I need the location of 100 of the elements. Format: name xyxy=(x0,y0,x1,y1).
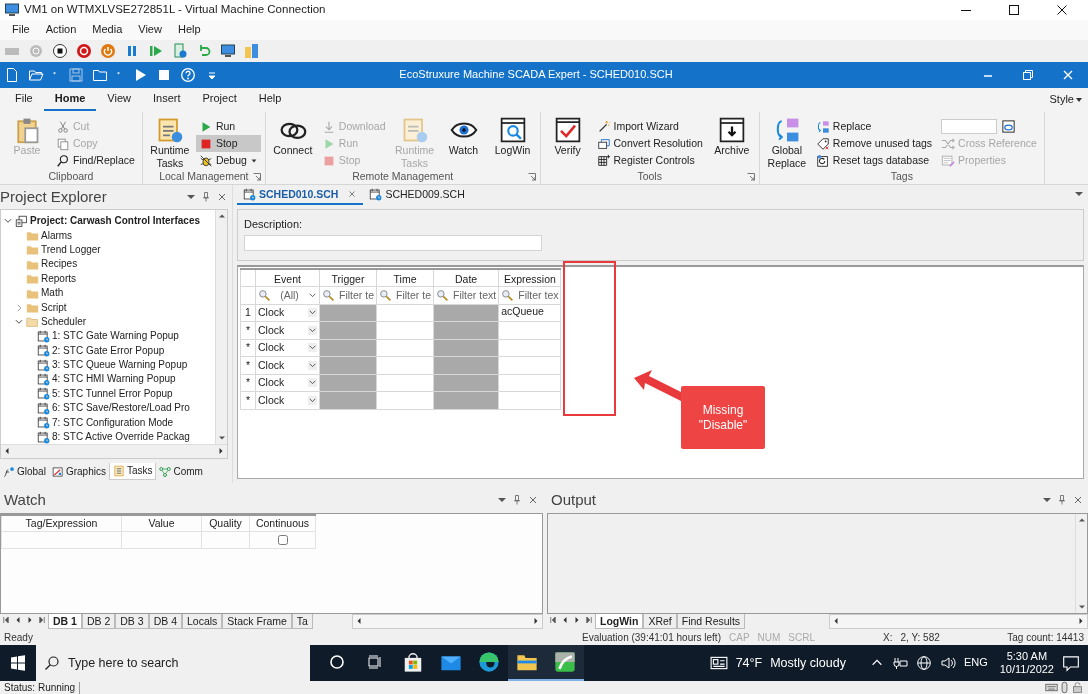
sheet-tab[interactable]: Ta xyxy=(291,614,313,629)
ribbon-button[interactable]: Archive xyxy=(708,114,755,170)
dropdown-icon[interactable] xyxy=(1042,495,1052,505)
app-icon[interactable] xyxy=(554,651,576,673)
ribbon-button[interactable]: Replace xyxy=(812,118,936,135)
monitor-icon[interactable] xyxy=(220,43,236,59)
tree-item[interactable]: Recipes xyxy=(41,258,78,271)
ribbon-button[interactable]: Remove unused tags xyxy=(812,135,936,152)
sheet-tab[interactable]: DB 2 xyxy=(81,614,116,629)
search-field[interactable]: Type here to search xyxy=(36,645,310,681)
horizontal-scrollbar[interactable] xyxy=(1,444,227,458)
column-header[interactable]: Value xyxy=(121,515,202,532)
checkbox[interactable] xyxy=(277,534,288,545)
windows-logo-icon[interactable] xyxy=(10,655,26,671)
tree-item[interactable]: Reports xyxy=(41,272,76,285)
dropdown-field[interactable]: Clock xyxy=(255,391,320,409)
first-page-icon[interactable] xyxy=(0,614,12,626)
stop-icon[interactable] xyxy=(52,43,68,59)
power-plug-icon[interactable] xyxy=(891,655,908,671)
globe-icon[interactable] xyxy=(915,655,932,671)
ribbon-button[interactable]: Watch xyxy=(440,114,487,170)
ribbon-button[interactable]: Runtime Tasks xyxy=(146,114,193,170)
sheet-tab[interactable]: XRef xyxy=(643,614,677,629)
tree-item[interactable]: Project: Carwash Control Interfaces xyxy=(30,215,201,228)
ribbon-button[interactable]: Convert Resolution xyxy=(593,135,706,152)
task-view-icon[interactable] xyxy=(367,654,383,670)
ribbon-button[interactable]: Import Wizard xyxy=(593,118,706,135)
ribbon-button[interactable]: Register Controls xyxy=(593,152,706,169)
search-tag-icon[interactable] xyxy=(1001,119,1017,134)
language-indicator[interactable]: ENG xyxy=(963,656,988,670)
last-page-icon[interactable] xyxy=(583,614,595,626)
column-header[interactable]: Quality xyxy=(201,515,250,532)
column-header[interactable]: Tag/Expression xyxy=(1,515,122,532)
ribbon-tab[interactable]: View xyxy=(96,89,142,111)
circle-icon[interactable] xyxy=(329,654,345,670)
menu-item[interactable]: File xyxy=(4,23,38,37)
sheet-tab[interactable]: Stack Frame xyxy=(222,614,292,629)
menu-item[interactable]: Action xyxy=(37,23,85,37)
dropdown-icon[interactable] xyxy=(497,495,507,505)
ribbon-button[interactable]: Debug xyxy=(195,152,261,169)
pin-icon[interactable] xyxy=(1056,494,1068,506)
column-header[interactable]: Expression xyxy=(498,269,561,287)
menu-item[interactable]: Help xyxy=(169,23,209,37)
new-file-icon[interactable] xyxy=(4,67,20,83)
power-icon[interactable] xyxy=(100,43,116,59)
column-header[interactable]: Event xyxy=(255,269,320,287)
tree-item[interactable]: Script xyxy=(41,301,67,314)
news-icon[interactable] xyxy=(709,654,728,672)
document-tab[interactable]: SCHED010.SCH xyxy=(237,185,364,205)
dialog-launcher-icon[interactable] xyxy=(746,173,755,181)
ribbon-button[interactable]: Stop xyxy=(195,135,261,152)
ribbon-button[interactable]: Run xyxy=(195,118,261,135)
speaker-icon[interactable] xyxy=(939,655,956,671)
temperature-text[interactable]: 74°F xyxy=(735,655,763,671)
restore-icon[interactable] xyxy=(1020,67,1036,83)
dropdown-icon[interactable] xyxy=(1074,189,1084,199)
pin-icon[interactable] xyxy=(511,494,523,506)
ribbon-tab[interactable]: File xyxy=(4,89,44,111)
browser-icon[interactable] xyxy=(478,651,500,673)
tree-item[interactable]: 8: STC Active Override Packag xyxy=(52,431,190,444)
tree-item[interactable]: Math xyxy=(41,287,64,300)
tag-search-field[interactable] xyxy=(941,119,998,134)
filter-field[interactable]: Filter text xyxy=(433,286,499,304)
weather-text[interactable]: Mostly cloudy xyxy=(770,655,846,671)
clock[interactable]: 5:30 AM 10/11/2022 xyxy=(999,649,1054,677)
ribbon-tab[interactable]: Project xyxy=(191,89,248,111)
sheet-tab[interactable]: DB 4 xyxy=(148,614,182,629)
horizontal-scrollbar[interactable] xyxy=(352,614,543,629)
dropdown-field[interactable]: Clock xyxy=(255,374,320,392)
panel-tab[interactable]: Tasks xyxy=(108,463,157,480)
pin-icon[interactable] xyxy=(200,191,212,203)
tree-item[interactable]: Scheduler xyxy=(41,315,87,328)
dialog-launcher-icon[interactable] xyxy=(252,173,261,181)
open-folder-icon[interactable] xyxy=(28,67,44,83)
dialog-launcher-icon[interactable] xyxy=(527,173,536,181)
ribbon-button[interactable]: Find/Replace xyxy=(53,152,138,169)
filter-field[interactable]: Filter te xyxy=(319,286,377,304)
filter-field[interactable]: Filter te xyxy=(376,286,434,304)
sheet-tab[interactable]: Locals xyxy=(181,614,223,629)
panel-tab[interactable]: Comm xyxy=(156,463,206,480)
vertical-scrollbar[interactable] xyxy=(215,210,227,445)
filter-field[interactable]: Filter tex xyxy=(498,286,561,304)
document-tab[interactable]: SCHED009.SCH xyxy=(363,185,471,205)
first-page-icon[interactable] xyxy=(547,614,559,626)
dropdown-field[interactable]: Clock xyxy=(255,304,320,322)
vertical-scrollbar[interactable] xyxy=(1075,514,1087,613)
tree-item[interactable]: Trend Logger xyxy=(41,243,101,256)
panel-tab[interactable]: Graphics xyxy=(48,463,109,480)
folder-icon[interactable] xyxy=(92,67,108,83)
shutdown-icon[interactable] xyxy=(76,43,92,59)
help-icon[interactable] xyxy=(180,67,196,83)
tree-item[interactable]: 7: STC Configuration Mode xyxy=(52,416,174,429)
ribbon-button[interactable]: LogWin xyxy=(489,114,536,170)
horizontal-scrollbar[interactable] xyxy=(829,614,1088,629)
share-icon[interactable] xyxy=(244,43,260,59)
ribbon-button[interactable]: Global Replace xyxy=(763,114,810,170)
ribbon-button[interactable]: Reset tags database xyxy=(812,152,936,169)
ribbon-tab[interactable]: Help xyxy=(247,89,293,111)
filter-field[interactable]: (All) xyxy=(255,286,320,304)
tree-item[interactable]: 4: STC HMI Warning Popup xyxy=(52,373,176,386)
